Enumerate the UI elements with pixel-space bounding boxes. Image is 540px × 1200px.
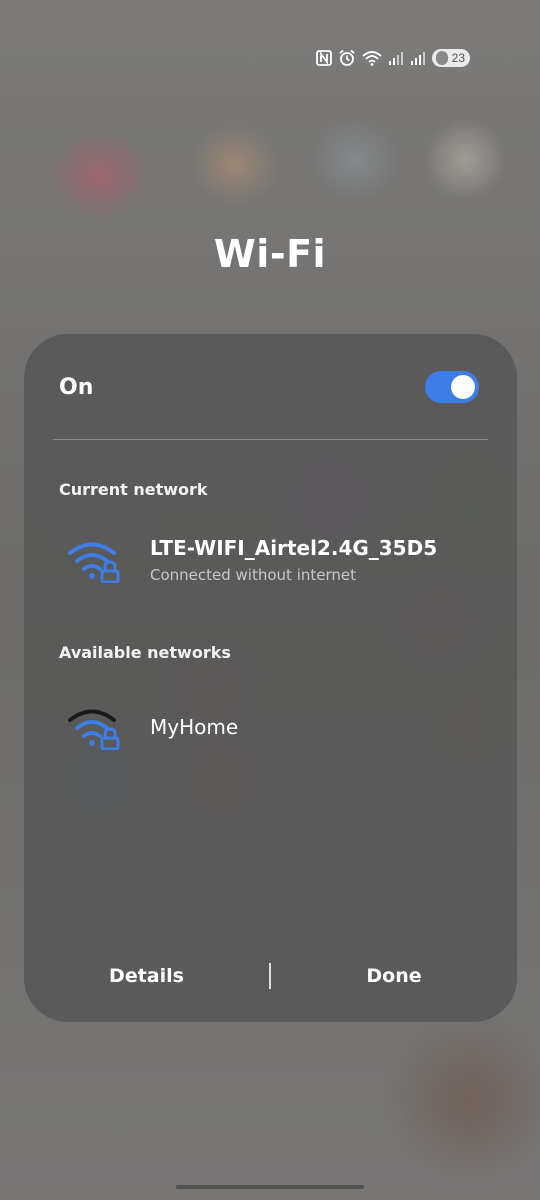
- available-network-item[interactable]: MyHome: [68, 704, 497, 750]
- signal-icon: [410, 50, 426, 66]
- signal-icon: [388, 50, 404, 66]
- network-name: LTE-WIFI_Airtel2.4G_35D5: [150, 536, 438, 560]
- battery-level: 23: [451, 51, 465, 65]
- battery-icon: 23: [432, 49, 470, 67]
- toggle-knob: [451, 375, 475, 399]
- wifi-lock-icon: [68, 542, 120, 583]
- current-network-item[interactable]: LTE-WIFI_Airtel2.4G_35D5 Connected witho…: [68, 536, 497, 584]
- wifi-panel: On Current network LTE-WIFI_Airtel2.4G_3…: [24, 334, 517, 1022]
- toggle-label: On: [59, 374, 94, 400]
- panel-footer: Details Done: [24, 956, 517, 996]
- status-bar: 23: [316, 46, 470, 70]
- divider: [53, 439, 488, 440]
- wifi-lock-icon: [68, 709, 120, 750]
- available-networks-header: Available networks: [59, 643, 231, 662]
- page-title: Wi-Fi: [213, 232, 327, 276]
- details-button[interactable]: Details: [84, 956, 209, 996]
- network-status: Connected without internet: [150, 566, 357, 584]
- done-button[interactable]: Done: [334, 956, 454, 996]
- nfc-icon: [316, 50, 332, 66]
- wifi-toggle-row[interactable]: On: [59, 370, 479, 404]
- home-indicator[interactable]: [176, 1185, 364, 1189]
- footer-divider: [269, 963, 271, 989]
- alarm-icon: [338, 49, 356, 67]
- wifi-icon: [362, 50, 382, 66]
- wifi-toggle-switch[interactable]: [425, 371, 479, 403]
- current-network-header: Current network: [59, 480, 208, 499]
- network-name: MyHome: [150, 715, 239, 739]
